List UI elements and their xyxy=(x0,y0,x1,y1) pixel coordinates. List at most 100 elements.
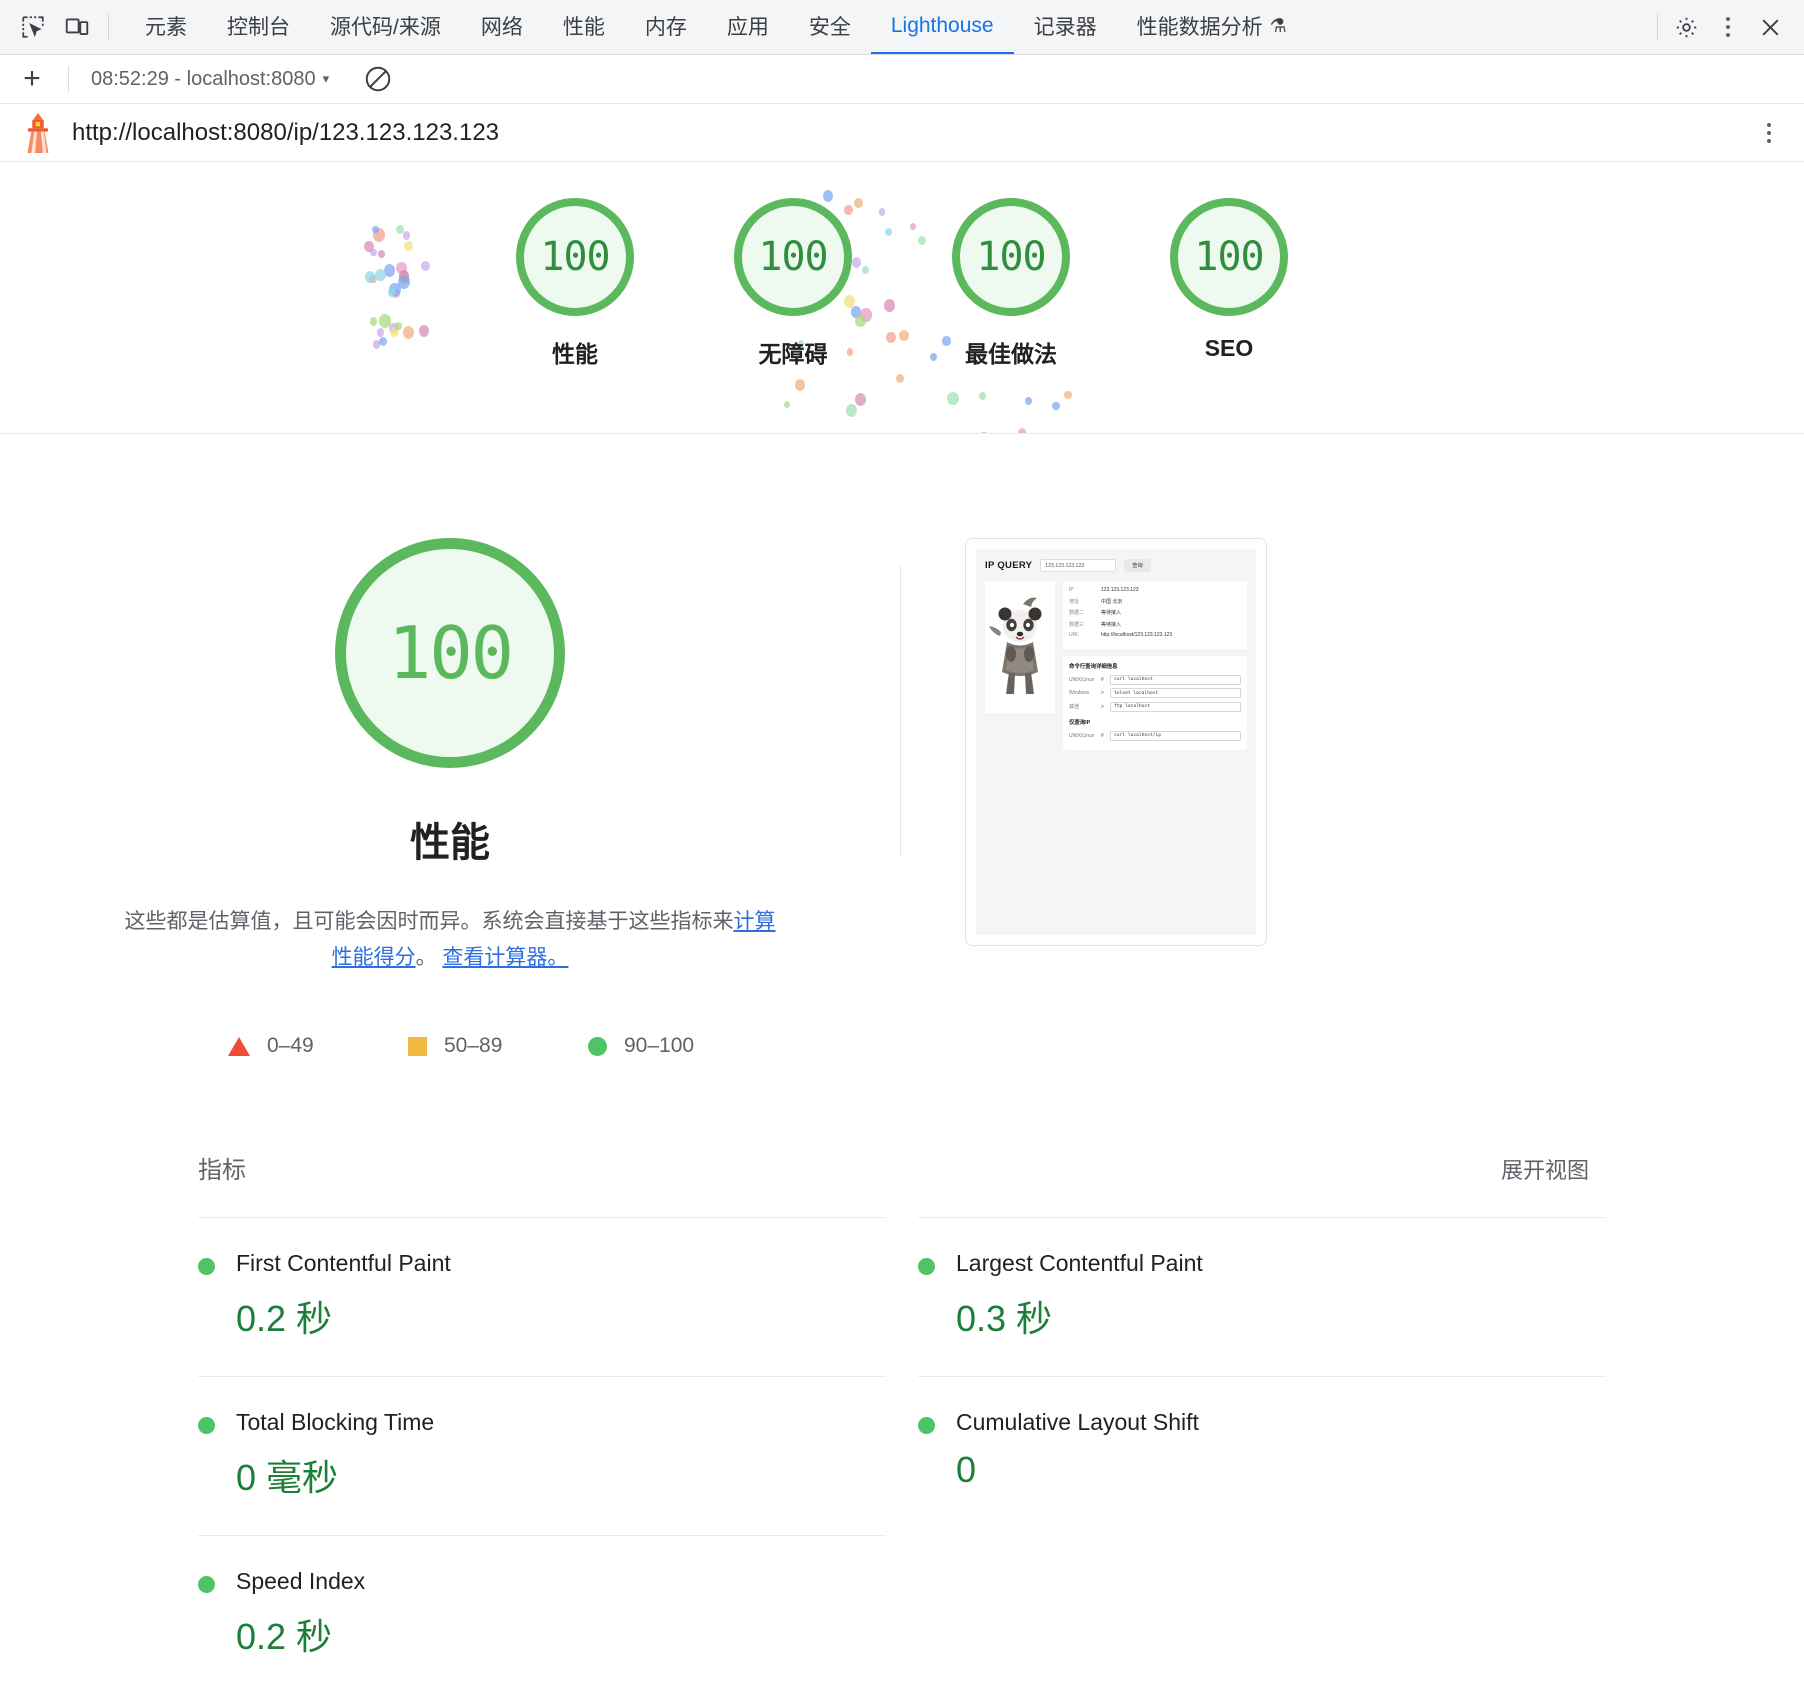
thumb-info-column: IP 123.123.123.123 地址 中国 北京 数据二 等待接入 数据三… xyxy=(1063,581,1247,757)
page-screenshot-panel: IP QUERY 123.123.123.123 查询 IP 123.123.1… xyxy=(901,538,1804,1058)
gauge-score-ring: 100 xyxy=(516,198,634,316)
tab-sources[interactable]: 源代码/来源 xyxy=(310,0,461,54)
cmd-symbol: # xyxy=(1101,732,1104,739)
tab-label: 控制台 xyxy=(227,16,290,39)
metric-item[interactable]: Speed Index 0.2 秒 xyxy=(198,1535,886,1694)
cmd-text: telnet localhost xyxy=(1110,688,1241,698)
metric-item[interactable]: Largest Contentful Paint 0.3 秒 xyxy=(918,1217,1606,1376)
tab-application[interactable]: 应用 xyxy=(707,0,789,54)
tab-performance-insights[interactable]: 性能数据分析 ⚗ xyxy=(1117,0,1307,54)
thumb-search-button: 查询 xyxy=(1124,559,1151,572)
info-value: 中国 北京 xyxy=(1101,598,1123,605)
info-key: 数据二 xyxy=(1069,610,1085,616)
confetti-particle xyxy=(978,391,986,400)
metric-item[interactable]: Total Blocking Time 0 毫秒 xyxy=(198,1376,886,1535)
thumb-brand-title: IP QUERY xyxy=(985,560,1033,571)
average-square-icon xyxy=(408,1036,427,1056)
thumbnail-page-content: IP QUERY 123.123.123.123 查询 IP 123.123.1… xyxy=(976,549,1256,935)
score-gauges-row: 100 性能 100 无障碍 100 最佳做法 100 SEO xyxy=(0,162,1804,369)
gauge-score-ring: 100 xyxy=(952,198,1070,316)
description-text-part2: 。 xyxy=(415,946,437,970)
more-options-icon[interactable] xyxy=(1710,9,1746,45)
confetti-particle xyxy=(845,403,858,417)
tab-label: 应用 xyxy=(726,16,769,39)
metric-value: 0.2 秒 xyxy=(236,1616,333,1658)
pass-circle-icon xyxy=(918,1417,935,1435)
settings-gear-icon[interactable] xyxy=(1668,9,1704,45)
confetti-particle xyxy=(784,400,791,408)
cmd-symbol: # xyxy=(1101,676,1104,683)
metrics-header: 指标 展开视图 xyxy=(0,1150,1804,1185)
tab-label: 性能数据分析 xyxy=(1136,16,1263,39)
gauge-best-practices[interactable]: 100 最佳做法 xyxy=(941,198,1081,369)
gauge-accessibility[interactable]: 100 无障碍 xyxy=(723,198,863,369)
gauge-performance[interactable]: 100 性能 xyxy=(505,198,645,369)
devtools-tabbar: 元素 控制台 源代码/来源 网络 性能 内存 应用 安全 Lighthouse … xyxy=(0,0,1804,55)
expand-view-toggle[interactable]: 展开视图 xyxy=(1501,1153,1589,1185)
thumb-info-row: 数据二 等待接入 xyxy=(1069,609,1241,616)
view-calculator-link[interactable]: 查看计算器。 xyxy=(442,946,568,969)
info-value: 等待接入 xyxy=(1101,610,1122,616)
device-toolbar-icon[interactable] xyxy=(62,12,92,42)
thumb-info-row: 地址 中国 北京 xyxy=(1069,598,1241,605)
metric-value: 0 xyxy=(956,1449,977,1491)
gauge-seo[interactable]: 100 SEO xyxy=(1159,198,1299,369)
confetti-particle xyxy=(896,373,905,384)
confetti-particle xyxy=(1025,397,1033,406)
info-value: 等待接入 xyxy=(1101,621,1122,628)
tab-label: Lighthouse xyxy=(890,14,994,37)
tab-network[interactable]: 网络 xyxy=(461,0,543,54)
report-options-icon[interactable] xyxy=(1756,116,1782,150)
gauge-label: 无障碍 xyxy=(758,341,828,367)
thumb-main: IP 123.123.123.123 地址 中国 北京 数据二 等待接入 数据三… xyxy=(985,581,1247,757)
thumb-info-row: URL http://localhost/123.123.123.123 xyxy=(1069,632,1241,638)
cmd-section-title-2: 仅查询IP xyxy=(1069,719,1091,726)
info-value: http://localhost/123.123.123.123 xyxy=(1101,632,1173,638)
thumb-cmd-card: 命令行查询详细信息 UNIX/Linux # curl localhost Wi… xyxy=(1063,655,1247,750)
panda-illustration-icon xyxy=(985,581,1055,713)
metrics-grid: First Contentful Paint 0.2 秒 Total Block… xyxy=(0,1217,1804,1694)
thumb-info-row: IP 123.123.123.123 xyxy=(1069,587,1241,593)
metric-value: 0 毫秒 xyxy=(236,1457,339,1499)
cmd-section-title: 命令行查询详细信息 xyxy=(1069,663,1118,670)
category-title: 性能 xyxy=(410,821,490,865)
metric-value: 0.2 秒 xyxy=(236,1298,333,1340)
inspect-element-icon[interactable] xyxy=(18,12,48,42)
new-audit-button[interactable]: + xyxy=(12,59,52,99)
clear-reports-button[interactable] xyxy=(359,60,397,98)
tab-console[interactable]: 控制台 xyxy=(207,0,310,54)
category-score-gauge: 100 xyxy=(335,538,565,768)
report-selector-dropdown[interactable]: 08:52:29 - localhost:8080 ▾ xyxy=(85,64,335,95)
cmd-key: Windows xyxy=(1069,690,1090,696)
metrics-column-left: First Contentful Paint 0.2 秒 Total Block… xyxy=(198,1217,886,1694)
tab-performance[interactable]: 性能 xyxy=(543,0,625,54)
description-text-part1: 这些都是估算值，且可能会因时而异。系统会直接基于这些指标来 xyxy=(124,910,734,933)
legend-range: 50–89 xyxy=(444,1034,503,1058)
cmd-text: curl localhost xyxy=(1110,674,1241,685)
confetti-particle xyxy=(1064,390,1072,400)
close-devtools-icon[interactable] xyxy=(1752,9,1788,45)
metric-item[interactable]: Cumulative Layout Shift 0 xyxy=(918,1376,1606,1525)
info-key: IP xyxy=(1069,587,1074,593)
report-body: 100 性能 这些都是估算值，且可能会因时而异。系统会直接基于这些指标来计算性能… xyxy=(0,434,1804,1694)
legend-range: 90–100 xyxy=(624,1034,695,1058)
chevron-down-icon: ▾ xyxy=(322,71,330,86)
pass-circle-icon xyxy=(198,1417,215,1435)
metric-item[interactable]: First Contentful Paint 0.2 秒 xyxy=(198,1217,886,1376)
tab-security[interactable]: 安全 xyxy=(789,0,871,54)
tab-label: 网络 xyxy=(480,16,523,39)
cmd-key: 其他 xyxy=(1069,704,1080,710)
tab-elements[interactable]: 元素 xyxy=(125,0,207,54)
gauge-label: 最佳做法 xyxy=(965,341,1057,367)
thumb-info-row: 数据三 等待接入 xyxy=(1069,621,1241,628)
tab-lighthouse[interactable]: Lighthouse xyxy=(870,0,1014,54)
cmd-text: ftp localhost xyxy=(1110,701,1241,712)
kebab-dots xyxy=(1715,10,1741,44)
tab-recorder[interactable]: 记录器 xyxy=(1014,0,1117,54)
final-screenshot-thumbnail[interactable]: IP QUERY 123.123.123.123 查询 IP 123.123.1… xyxy=(965,538,1267,946)
pass-circle-icon xyxy=(198,1258,215,1276)
thumb-cmd-row: Windows > telnet localhost xyxy=(1069,688,1241,698)
flask-experiment-icon: ⚗ xyxy=(1269,15,1287,37)
tab-memory[interactable]: 内存 xyxy=(625,0,707,54)
pass-circle-icon xyxy=(198,1576,215,1594)
